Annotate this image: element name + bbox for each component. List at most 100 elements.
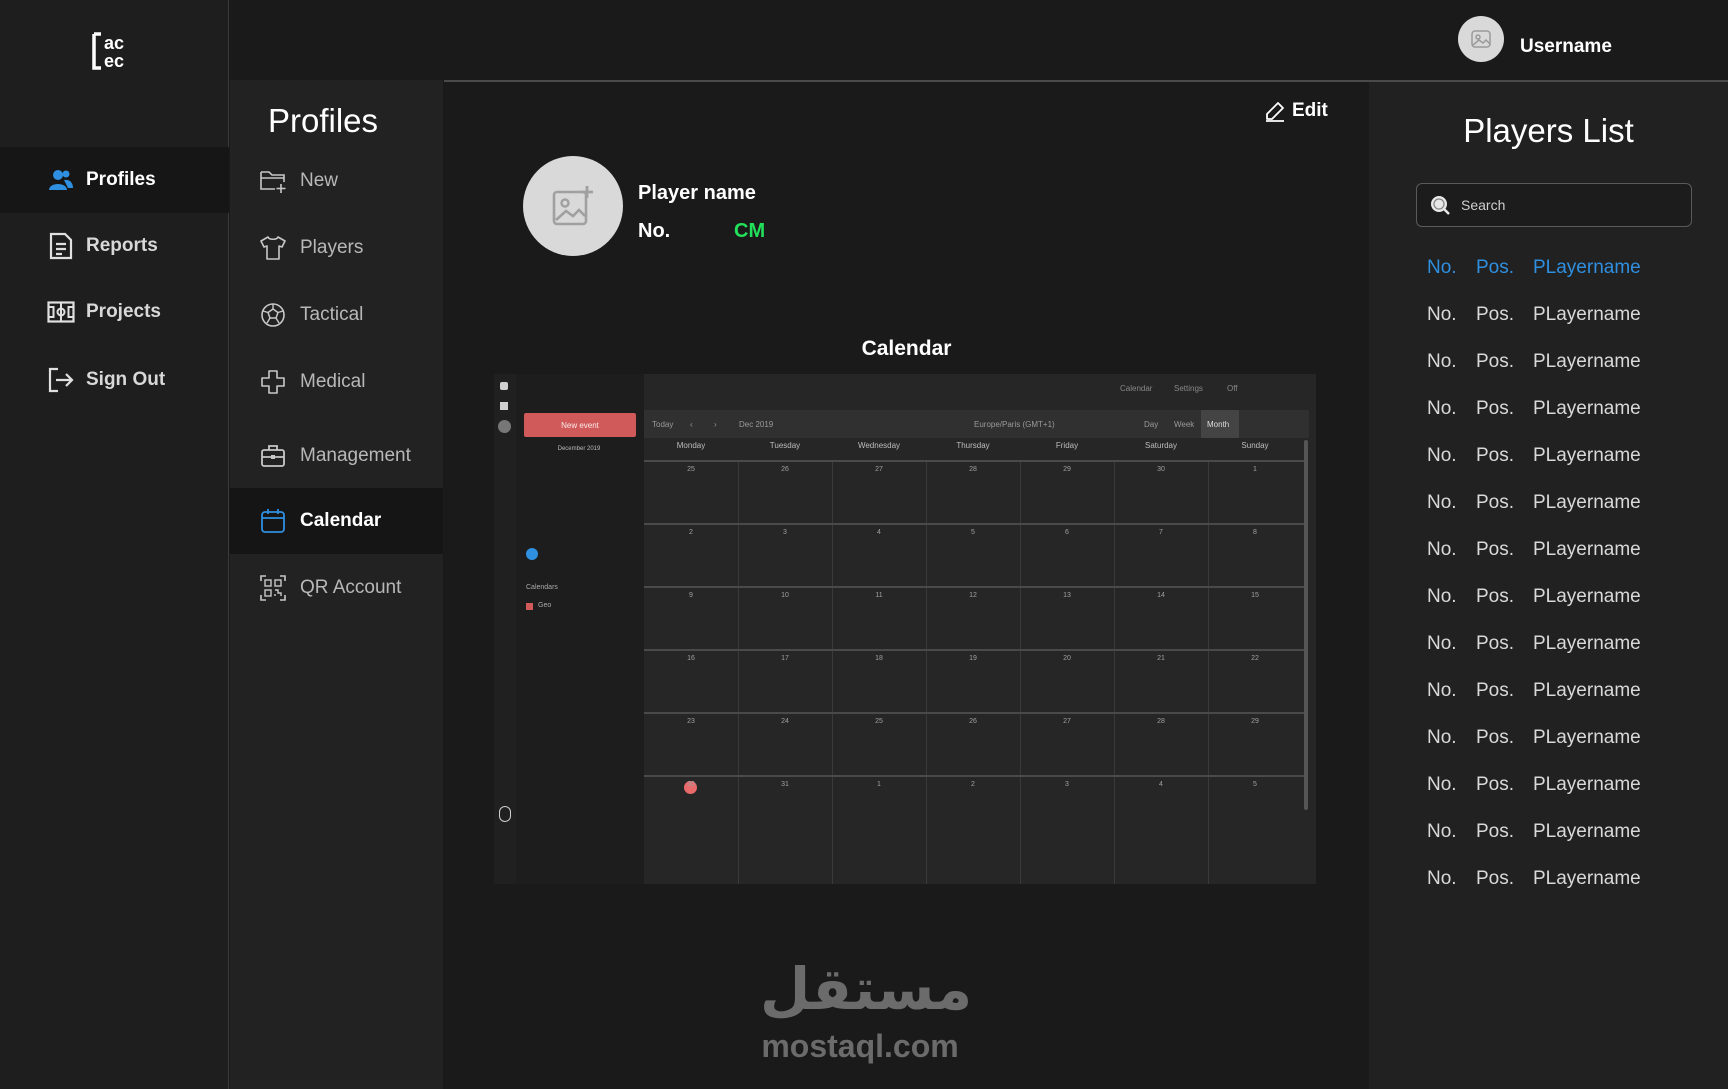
day-cell-number[interactable]: 8 — [1208, 529, 1302, 536]
day-cell-number[interactable]: 9 — [644, 592, 738, 599]
nav-item-profiles[interactable]: Profiles — [0, 147, 229, 213]
day-cell-number[interactable]: 29 — [1208, 718, 1302, 725]
day-cell-number[interactable]: 24 — [738, 718, 832, 725]
day-cell-number[interactable]: 12 — [926, 592, 1020, 599]
svg-text:ac: ac — [104, 33, 124, 53]
day-cell-number[interactable]: 17 — [738, 655, 832, 662]
day-cell-number[interactable]: 30 — [1114, 466, 1208, 473]
submenu-item-players[interactable]: Players — [230, 215, 443, 281]
player-row[interactable]: No. Pos. PLayername — [1427, 492, 1687, 516]
day-cell-number[interactable]: 6 — [1020, 529, 1114, 536]
day-header: Tuesday — [769, 441, 801, 450]
day-cell-number[interactable]: 10 — [738, 592, 832, 599]
player-row[interactable]: No. Pos. PLayername — [1427, 633, 1687, 657]
day-cell-number[interactable]: 22 — [1208, 655, 1302, 662]
off-link[interactable]: Off — [1227, 384, 1238, 393]
player-row[interactable]: No. Pos. PLayername — [1427, 586, 1687, 610]
nav-item-sign-out[interactable]: Sign Out — [0, 347, 229, 413]
view-month-button[interactable]: Month — [1207, 420, 1229, 429]
day-cell-number[interactable]: 31 — [738, 781, 832, 788]
calendar-scrollbar[interactable] — [1304, 440, 1308, 810]
day-cell-number[interactable]: 26 — [926, 718, 1020, 725]
day-cell-number[interactable]: 14 — [1114, 592, 1208, 599]
nav-item-reports[interactable]: Reports — [0, 213, 229, 279]
player-row[interactable]: No. Pos. PLayername — [1427, 445, 1687, 469]
day-cell-number[interactable]: 2 — [644, 529, 738, 536]
nav-item-projects[interactable]: Projects — [0, 279, 229, 345]
day-cell-number[interactable]: 21 — [1114, 655, 1208, 662]
user-avatar[interactable] — [1458, 16, 1504, 62]
day-cell-number[interactable]: 4 — [832, 529, 926, 536]
submenu-item-new[interactable]: New — [230, 148, 443, 214]
day-cell-number[interactable]: 25 — [832, 718, 926, 725]
day-cell-number[interactable]: 26 — [738, 466, 832, 473]
player-search-input[interactable]: Search — [1416, 183, 1692, 227]
player-row[interactable]: No. Pos. PLayername — [1427, 539, 1687, 563]
day-cell-number[interactable]: 15 — [1208, 592, 1302, 599]
player-row[interactable]: No. Pos. PLayername — [1427, 351, 1687, 375]
day-cell-number[interactable]: 27 — [832, 466, 926, 473]
next-month-icon[interactable]: › — [714, 420, 717, 429]
nav-item-label: Sign Out — [86, 369, 166, 390]
player-name: PLayername — [1533, 774, 1641, 795]
settings-link[interactable]: Settings — [1174, 384, 1203, 393]
day-cell-number[interactable]: 11 — [832, 592, 926, 599]
current-month-label: Dec 2019 — [739, 420, 774, 429]
player-position: CM — [734, 220, 766, 242]
day-cell-number[interactable]: 16 — [644, 655, 738, 662]
day-cell-number[interactable]: 3 — [1020, 781, 1114, 788]
day-cell-number[interactable]: 18 — [832, 655, 926, 662]
view-day-button[interactable]: Day — [1144, 420, 1158, 429]
submenu-item-management[interactable]: Management — [230, 423, 443, 489]
calendar-link[interactable]: Calendar — [1120, 384, 1152, 393]
calendar-color-swatch[interactable] — [526, 603, 533, 610]
player-row[interactable]: No. Pos. PLayername — [1427, 304, 1687, 328]
day-cell-number[interactable]: 5 — [1208, 781, 1302, 788]
player-row[interactable]: No. Pos. PLayername — [1427, 257, 1687, 281]
player-row[interactable]: No. Pos. PLayername — [1427, 868, 1687, 892]
day-cell-number[interactable]: 28 — [926, 466, 1020, 473]
day-cell-number[interactable]: 19 — [926, 655, 1020, 662]
player-no: No. — [1427, 727, 1457, 748]
day-cell-number[interactable]: 1 — [1208, 466, 1302, 473]
day-cell-number[interactable]: 23 — [644, 718, 738, 725]
day-cell-number[interactable]: 20 — [1020, 655, 1114, 662]
submenu-item-label: Management — [300, 445, 411, 466]
day-cell-number[interactable]: 27 — [1020, 718, 1114, 725]
profiles-submenu: Profiles New Players Tactical Medical Ma… — [230, 80, 443, 1089]
day-cell-number[interactable]: 4 — [1114, 781, 1208, 788]
submenu-item-qr-account[interactable]: QR Account — [230, 555, 443, 621]
player-row[interactable]: No. Pos. PLayername — [1427, 727, 1687, 751]
player-no: No. — [1427, 821, 1457, 842]
edit-button[interactable]: Edit — [1264, 100, 1328, 122]
player-no: No. — [1427, 868, 1457, 889]
player-row[interactable]: No. Pos. PLayername — [1427, 680, 1687, 704]
prev-month-icon[interactable]: ‹ — [690, 420, 693, 429]
day-cell-number[interactable]: 7 — [1114, 529, 1208, 536]
day-cell-number[interactable]: 30 — [644, 781, 738, 788]
submenu-item-tactical[interactable]: Tactical — [230, 282, 443, 348]
calendar-widget[interactable]: New event December 2019 Calendars Geo To… — [494, 374, 1316, 884]
grid-row-line — [644, 586, 1304, 588]
new-event-button[interactable]: New event — [524, 413, 636, 437]
player-row[interactable]: No. Pos. PLayername — [1427, 774, 1687, 798]
player-row[interactable]: No. Pos. PLayername — [1427, 398, 1687, 422]
day-cell-number[interactable]: 29 — [1020, 466, 1114, 473]
timezone-select[interactable]: Europe/Paris (GMT+1) — [974, 420, 1055, 429]
player-photo[interactable] — [523, 156, 623, 256]
day-cell-number[interactable]: 1 — [832, 781, 926, 788]
submenu-item-label: Medical — [300, 371, 366, 392]
day-cell-number[interactable]: 2 — [926, 781, 1020, 788]
player-pos: Pos. — [1476, 257, 1515, 278]
player-row[interactable]: No. Pos. PLayername — [1427, 821, 1687, 845]
day-cell-number[interactable]: 5 — [926, 529, 1020, 536]
submenu-item-medical[interactable]: Medical — [230, 349, 443, 415]
day-cell-number[interactable]: 3 — [738, 529, 832, 536]
day-cell-number[interactable]: 25 — [644, 466, 738, 473]
username-label[interactable]: Username — [1520, 36, 1612, 58]
day-cell-number[interactable]: 13 — [1020, 592, 1114, 599]
view-week-button[interactable]: Week — [1174, 420, 1194, 429]
today-button[interactable]: Today — [652, 420, 673, 429]
day-cell-number[interactable]: 28 — [1114, 718, 1208, 725]
submenu-item-calendar[interactable]: Calendar — [230, 488, 443, 554]
